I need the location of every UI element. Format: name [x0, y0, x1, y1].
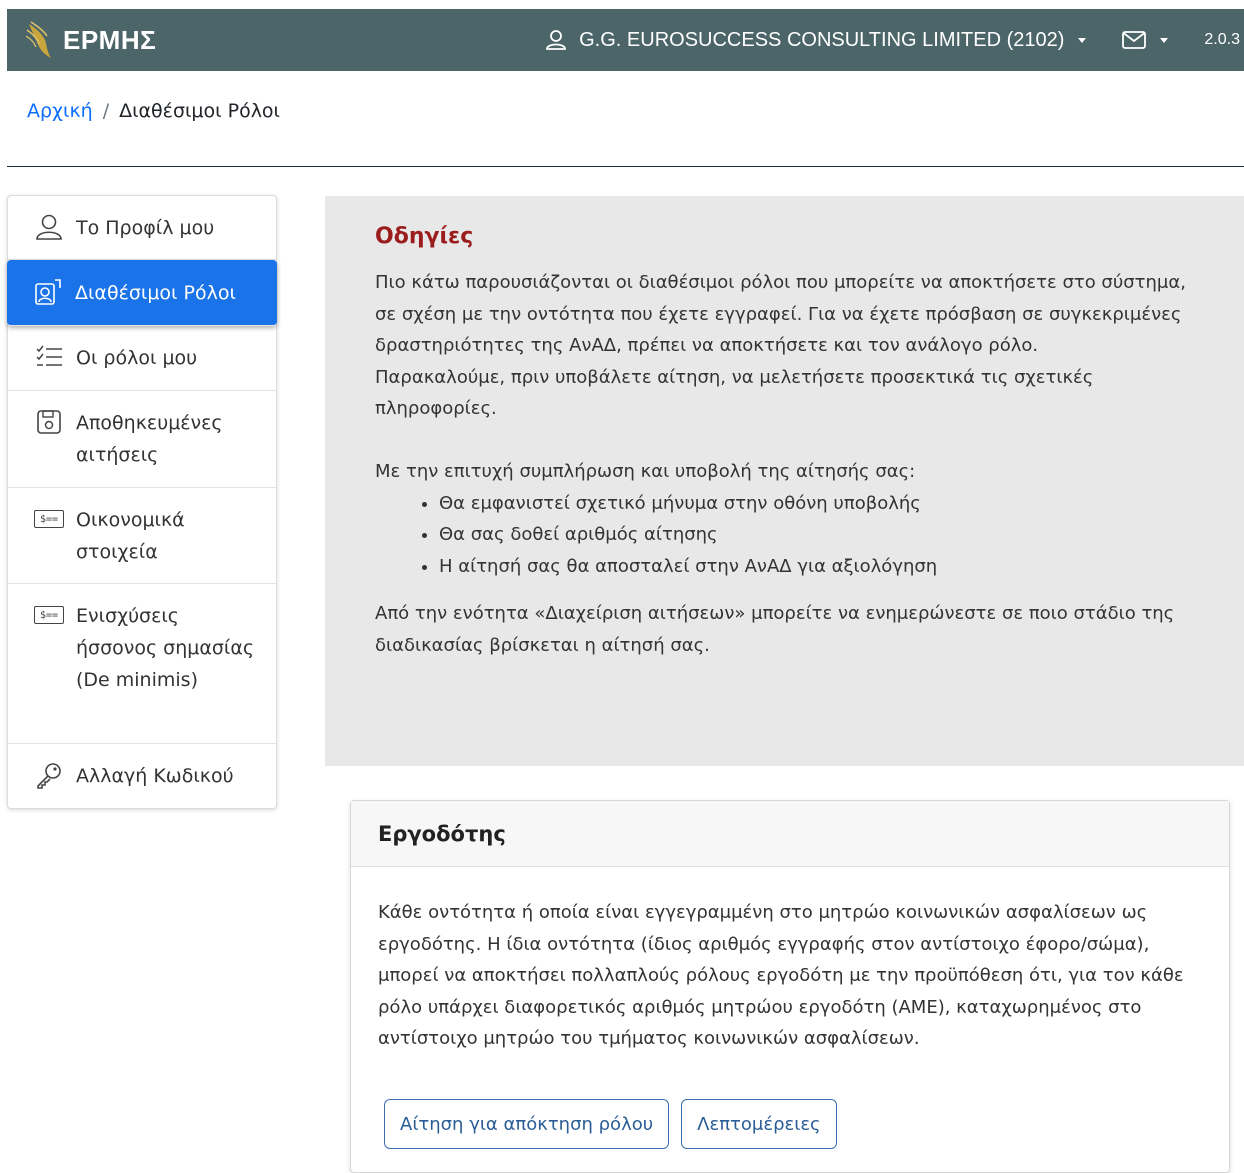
breadcrumb: Αρχική / Διαθέσιμοι Ρόλοι: [27, 100, 280, 122]
app-version: 2.0.3: [1204, 31, 1240, 48]
breadcrumb-home-link[interactable]: Αρχική: [27, 100, 93, 122]
brand[interactable]: ΕΡΜΗΣ: [25, 20, 156, 60]
sidebar-item-label: Οικονομικά στοιχεία: [76, 509, 185, 563]
envelope-icon: [1122, 31, 1147, 49]
caret-down-icon: [1160, 37, 1169, 43]
breadcrumb-separator: /: [102, 100, 110, 122]
instructions-list: Θα εμφανιστεί σχετικό μήνυμα στην οθόνη …: [375, 488, 1194, 583]
sidebar-item-saved-applications[interactable]: Αποθηκευμένες αιτήσεις: [8, 391, 276, 488]
user-name: G.G. EUROSUCCESS CONSULTING LIMITED (210…: [579, 28, 1065, 51]
save-icon: [34, 407, 64, 437]
details-button[interactable]: Λεπτομέρειες: [681, 1099, 837, 1149]
roles-icon: [33, 277, 63, 307]
sidebar-item-label: Οι ρόλοι μου: [76, 347, 198, 369]
instructions-paragraph: Με την επιτυχή συμπλήρωση και υποβολή τη…: [375, 461, 916, 482]
role-card-employer: Εργοδότης Κάθε οντότητα ή οποία είναι εγ…: [350, 800, 1230, 1173]
sidebar-item-label: Αλλαγή Κωδικού: [76, 765, 234, 787]
sidebar-item-de-minimis[interactable]: $== Ενισχύσεις ήσσονος σημασίας (De mini…: [8, 584, 276, 744]
money-icon: $==: [34, 600, 64, 630]
list-item: Θα σας δοθεί αριθμός αίτησης: [439, 519, 1194, 551]
money-icon: $==: [34, 504, 64, 534]
brand-name: ΕΡΜΗΣ: [63, 24, 157, 55]
user-icon: [546, 30, 567, 50]
sidebar-item-label: Αποθηκευμένες αιτήσεις: [76, 412, 223, 466]
top-navbar: ΕΡΜΗΣ G.G. EUROSUCCESS CONSULTING LIMITE…: [7, 9, 1244, 71]
sidebar-item-label: Ενισχύσεις ήσσονος σημασίας (De minimis): [76, 605, 255, 691]
sidebar-item-available-roles[interactable]: Διαθέσιμοι Ρόλοι: [7, 260, 277, 326]
messages-dropdown[interactable]: [1122, 31, 1169, 49]
apply-for-role-button[interactable]: Αίτηση για απόκτηση ρόλου: [384, 1099, 670, 1149]
list-item: Θα εμφανιστεί σχετικό μήνυμα στην οθόνη …: [439, 488, 1194, 520]
sidebar-menu: Το Προφίλ μου Διαθέσιμοι Ρόλοι Οι ρόλοι …: [7, 195, 277, 809]
instructions-title: Οδηγίες: [375, 224, 474, 249]
divider: [7, 166, 1244, 167]
key-icon: [34, 760, 64, 790]
card-description: Κάθε οντότητα ή οποία είναι εγγεγραμμένη…: [378, 902, 1184, 1049]
sidebar-item-change-password[interactable]: Αλλαγή Κωδικού: [8, 744, 276, 808]
user-icon: [34, 212, 64, 242]
card-title: Εργοδότης: [351, 801, 1229, 867]
user-menu-dropdown[interactable]: G.G. EUROSUCCESS CONSULTING LIMITED (210…: [545, 28, 1087, 52]
instructions-paragraph: Από την ενότητα «Διαχείριση αιτήσεων» μπ…: [375, 603, 1175, 656]
instructions-paragraph: Παρακαλούμε, πριν υποβάλετε αίτηση, να μ…: [375, 366, 1094, 420]
hermes-wing-logo-icon: [25, 21, 51, 58]
sidebar-item-my-roles[interactable]: Οι ρόλοι μου: [8, 326, 276, 391]
sidebar-item-profile[interactable]: Το Προφίλ μου: [8, 196, 276, 260]
instructions-panel: Οδηγίες Πιο κάτω παρουσιάζονται οι διαθέ…: [325, 196, 1244, 766]
sidebar-item-label: Διαθέσιμοι Ρόλοι: [75, 282, 236, 304]
caret-down-icon: [1078, 37, 1087, 43]
list-check-icon: [34, 342, 64, 372]
breadcrumb-current: Διαθέσιμοι Ρόλοι: [119, 100, 280, 122]
instructions-paragraph: Πιο κάτω παρουσιάζονται οι διαθέσιμοι ρό…: [375, 272, 1186, 356]
sidebar-item-financial-data[interactable]: $== Οικονομικά στοιχεία: [8, 488, 276, 584]
list-item: Η αίτησή σας θα αποσταλεί στην ΑνΑΔ για …: [439, 551, 1194, 583]
sidebar-item-label: Το Προφίλ μου: [76, 217, 215, 239]
